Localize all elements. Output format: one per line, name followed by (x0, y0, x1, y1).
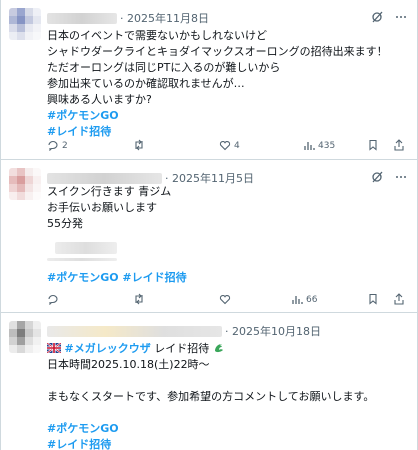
avatar[interactable] (9, 8, 41, 40)
views-button[interactable]: 435 (303, 139, 335, 154)
share-button[interactable] (393, 292, 405, 308)
reply-button[interactable]: 2 (47, 139, 68, 154)
like-count: 4 (234, 141, 240, 151)
post[interactable]: · 2025年10月18日 #メガレックウザ レイド招待 日本時間2025.10… (1, 313, 417, 450)
share-icon (393, 138, 405, 154)
views-icon (291, 293, 303, 308)
post-line: 興味ある人いますか? (47, 93, 152, 106)
post[interactable]: · 2025年11月8日 日本のイベントで需要ないかもしれないけど シャドウダー… (1, 0, 417, 160)
uk-flag-icon (46, 342, 62, 358)
like-icon (219, 139, 231, 154)
post-text: #メガレックウザ レイド招待 日本時間2025.10.18(土)22時～ まもな… (46, 341, 405, 450)
hashtag-link[interactable]: #レイド招待 (47, 437, 405, 450)
avatar[interactable] (9, 168, 41, 200)
post-line: シャドウダークライとキョダイマックスオーロングの招待出来ます！ (47, 45, 388, 58)
views-count: 435 (318, 141, 336, 151)
hashtag-link[interactable]: #ポケモンGO #レイド招待 (47, 270, 405, 286)
reply-icon (47, 293, 59, 308)
author-name-redacted[interactable] (47, 12, 117, 24)
post[interactable]: · 2025年11月5日 スイクン行きます 青ジム お手伝いお願いします 55分… (1, 160, 417, 313)
share-icon (393, 292, 405, 308)
post-date[interactable]: · 2025年10月18日 (225, 323, 321, 339)
post-line: 日本のイベントで需要ないかもしれないけど (47, 29, 267, 42)
grok-icon[interactable] (371, 11, 383, 26)
hashtag-link[interactable]: #ポケモンGO (47, 421, 405, 437)
views-count: 66 (306, 295, 318, 305)
like-button[interactable]: 4 (219, 139, 240, 154)
retweet-icon (133, 293, 145, 308)
post-line: 日本時間2025.10.18(土)22時～ (47, 358, 210, 371)
post-line: ただオーロングは同じPTに入るのが難しいから (47, 61, 281, 74)
post-line: お手伝いお願いします (47, 201, 157, 214)
dragon-icon (213, 342, 225, 359)
post-line: #メガレックウザ レイド招待 (46, 341, 405, 359)
post-header: · 2025年11月8日 (47, 10, 209, 26)
post-line: 55分発 (47, 217, 83, 230)
bookmark-button[interactable] (367, 139, 379, 154)
post-header: · 2025年10月18日 (47, 323, 321, 339)
post-line-text: レイド招待 (150, 342, 210, 355)
reply-icon (47, 139, 59, 154)
action-bar: 66 (47, 292, 405, 308)
author-name-redacted[interactable] (47, 172, 162, 184)
post-text: 日本のイベントで需要ないかもしれないけど シャドウダークライとキョダイマックスオ… (47, 28, 405, 140)
post-line: 参加出来ているのか確認取れませんが… (47, 77, 245, 90)
post-line: スイクン行きます 青ジム (47, 185, 172, 198)
retweet-button[interactable] (133, 139, 145, 154)
like-icon (219, 293, 231, 308)
retweet-button[interactable] (133, 293, 145, 308)
bookmark-icon (367, 293, 379, 308)
post-date[interactable]: · 2025年11月8日 (120, 10, 209, 26)
post-text: スイクン行きます 青ジム お手伝いお願いします 55分発 (47, 184, 405, 232)
like-button[interactable] (219, 293, 231, 308)
author-name-redacted[interactable] (47, 325, 222, 337)
views-icon (303, 139, 315, 154)
post-line-blank (47, 373, 405, 389)
bookmark-icon (367, 139, 379, 154)
post-hashtags: #ポケモンGO #レイド招待 (47, 270, 405, 286)
views-button[interactable]: 66 (291, 293, 317, 308)
more-icon[interactable] (395, 11, 407, 26)
reply-count: 2 (62, 141, 68, 151)
timeline-feed: · 2025年11月8日 日本のイベントで需要ないかもしれないけど シャドウダー… (0, 0, 418, 450)
action-bar: 2 4 435 (47, 138, 405, 154)
post-line-blank (47, 405, 405, 421)
redacted-text (55, 242, 117, 254)
redacted-text (47, 258, 117, 261)
share-button[interactable] (393, 138, 405, 154)
reply-button[interactable] (47, 293, 59, 308)
bookmark-button[interactable] (367, 293, 379, 308)
avatar[interactable] (9, 321, 41, 353)
hashtag-link[interactable]: #メガレックウザ (65, 342, 151, 355)
hashtag-link[interactable]: #ポケモンGO (47, 108, 405, 124)
retweet-icon (133, 139, 145, 154)
post-line: まもなくスタートです、参加希望の方コメントしてお願いします。 (47, 390, 375, 403)
